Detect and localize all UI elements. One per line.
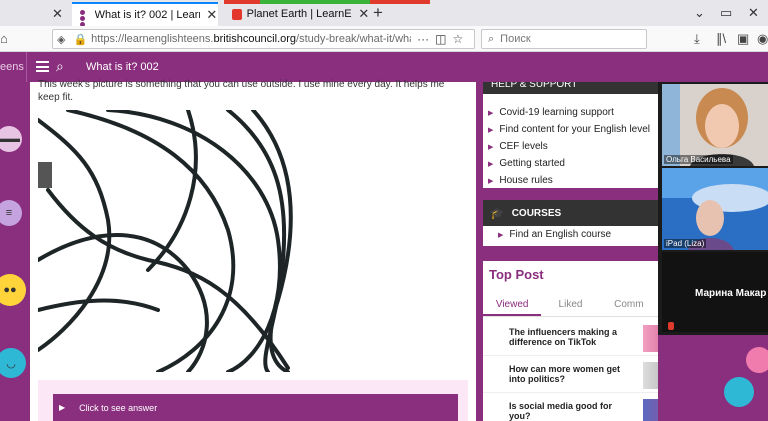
search-placeholder: Поиск bbox=[500, 33, 531, 45]
list-item[interactable]: Is social media good for you? bbox=[483, 393, 691, 421]
main-content: This week's picture is something that yo… bbox=[30, 79, 476, 421]
header-divider bbox=[26, 52, 27, 82]
puzzle-photo bbox=[38, 110, 468, 372]
arrow-right-icon: ▶ bbox=[488, 160, 494, 168]
help-item[interactable]: ▶ Getting started bbox=[483, 155, 650, 172]
search-icon: ⌕ bbox=[488, 32, 495, 45]
search-box[interactable]: ⌕ Поиск bbox=[481, 29, 647, 49]
lock-icon[interactable]: 🔒 bbox=[73, 33, 87, 46]
sidebar-icon[interactable]: ▣ bbox=[737, 31, 749, 47]
list-item[interactable]: How can more women get into politics? bbox=[483, 356, 691, 393]
tab-what-is-it[interactable]: What is it? 002 | LearnEnglish Teens ✕ bbox=[72, 2, 218, 33]
video-call-panel[interactable]: Ольга Васильева iPad (Liza) Марина Макар bbox=[658, 82, 768, 335]
url-bar[interactable]: ◈ 🔒 https://learnenglishteens.britishcou… bbox=[52, 29, 475, 49]
cable-plug bbox=[38, 162, 52, 188]
cool-emoji-icon: ●● bbox=[0, 274, 26, 306]
help-list: ▶ Covid-19 learning support ▶ Find content… bbox=[483, 104, 650, 189]
participant-name: Марина Макар bbox=[695, 288, 767, 299]
more-icon[interactable]: ··· bbox=[417, 32, 429, 46]
sunglasses-emoji-icon: ▬▬ bbox=[0, 126, 22, 152]
close-icon[interactable]: ✕ bbox=[52, 6, 63, 22]
tab-planet-earth[interactable]: Planet Earth | LearnEnglish Kids ✕ bbox=[224, 2, 370, 26]
sidebar: HELP & SUPPORT ▶ Covid-19 learning suppor… bbox=[476, 82, 691, 421]
emoji-rail: ▬▬ ≡ ●● ◡ bbox=[0, 82, 30, 421]
help-support-box: HELP & SUPPORT ▶ Covid-19 learning suppor… bbox=[483, 82, 658, 188]
learnenglish-kids-favicon-icon bbox=[232, 8, 242, 20]
close-tab-icon[interactable]: ✕ bbox=[358, 6, 370, 22]
shield-icon[interactable]: ◈ bbox=[57, 33, 65, 46]
help-item[interactable]: ▶ House rules bbox=[483, 172, 650, 189]
learnenglish-favicon-icon bbox=[80, 9, 90, 33]
courses-header: 🎓 COURSES bbox=[483, 200, 658, 226]
browser-nav-bar: ⌂ ◈ 🔒 https://learnenglishteens.britishc… bbox=[0, 26, 768, 52]
muted-mic-icon bbox=[668, 322, 674, 330]
courses-list: ▶ Find an English course bbox=[483, 226, 658, 243]
picture-description: This week's picture is something that yo… bbox=[38, 79, 445, 103]
coiled-cable-image bbox=[38, 110, 293, 372]
see-answer-button[interactable]: ▶ Click to see answer bbox=[53, 394, 458, 421]
restore-icon[interactable]: ▭ bbox=[720, 5, 732, 21]
close-tab-icon[interactable]: ✕ bbox=[206, 7, 218, 23]
page-title: What is it? 002 bbox=[86, 61, 159, 73]
new-tab-plus-icon[interactable]: + bbox=[373, 3, 383, 23]
pocket-icon[interactable]: ◫ bbox=[435, 32, 446, 46]
participant-name: iPad (Liza) bbox=[664, 239, 707, 248]
grimace-emoji-icon: ≡ bbox=[0, 200, 22, 226]
library-icon[interactable]: ∥\ bbox=[716, 31, 726, 47]
minimize-icon[interactable]: ⌄ bbox=[694, 5, 705, 21]
expand-arrow-icon: ▶ bbox=[59, 403, 66, 412]
participant-video bbox=[662, 168, 768, 250]
arrow-right-icon: ▶ bbox=[488, 109, 494, 117]
close-window-icon[interactable]: ✕ bbox=[748, 5, 759, 21]
url-text: https://learnenglishteens.britishcouncil… bbox=[91, 33, 411, 45]
top-post-box: Top Post Viewed Liked Comm The influence… bbox=[483, 258, 691, 421]
home-icon[interactable]: ⌂ bbox=[0, 31, 8, 46]
tab-title: Planet Earth | LearnEnglish Kids bbox=[246, 8, 352, 20]
tab-viewed[interactable]: Viewed bbox=[483, 295, 542, 316]
tab-commented[interactable]: Comm bbox=[600, 295, 658, 316]
arrow-right-icon: ▶ bbox=[488, 143, 494, 151]
arrow-right-icon: ▶ bbox=[488, 177, 494, 185]
list-item[interactable]: The influencers making a difference on T… bbox=[483, 319, 691, 356]
help-item[interactable]: ▶ Find content for your English level bbox=[483, 121, 650, 138]
participant-video bbox=[662, 84, 768, 166]
account-icon[interactable]: ◉ bbox=[757, 31, 768, 47]
help-item[interactable]: ▶ Covid-19 learning support bbox=[483, 104, 650, 121]
answer-panel: ▶ Click to see answer bbox=[38, 380, 468, 421]
video-tile-liza[interactable]: iPad (Liza) bbox=[662, 168, 768, 250]
pink-emoji-icon bbox=[746, 347, 768, 373]
menu-icon[interactable] bbox=[36, 61, 49, 72]
participant-name: Ольга Васильева bbox=[664, 155, 733, 164]
top-post-list: The influencers making a difference on T… bbox=[483, 319, 691, 421]
browser-tab-strip: ✕ What is it? 002 | LearnEnglish Teens ✕… bbox=[0, 0, 768, 33]
top-post-header: Top Post bbox=[489, 267, 544, 282]
answer-label: Click to see answer bbox=[79, 402, 158, 413]
bookmark-star-icon[interactable]: ☆ bbox=[453, 32, 464, 46]
video-tile-marina[interactable]: Марина Макар bbox=[662, 252, 768, 332]
help-support-header: HELP & SUPPORT bbox=[483, 82, 658, 94]
tab-title: What is it? 002 | LearnEnglish Teens bbox=[94, 9, 200, 21]
smiling-emoji-icon: ◡ bbox=[0, 348, 26, 378]
courses-box: 🎓 COURSES ▶ Find an English course bbox=[483, 200, 658, 246]
blue-emoji-icon bbox=[724, 377, 754, 407]
tab-liked[interactable]: Liked bbox=[541, 295, 599, 316]
arrow-right-icon: ▶ bbox=[488, 126, 494, 134]
help-item[interactable]: ▶ CEF levels bbox=[483, 138, 650, 155]
course-item[interactable]: ▶ Find an English course bbox=[493, 226, 658, 243]
site-search-icon[interactable]: ⌕ bbox=[56, 58, 64, 75]
arrow-right-icon: ▶ bbox=[498, 231, 504, 239]
graduation-cap-icon: 🎓 bbox=[490, 207, 504, 220]
video-tile-olga[interactable]: Ольга Васильева bbox=[662, 84, 768, 166]
site-brand[interactable]: eens bbox=[0, 61, 24, 73]
download-icon[interactable]: ⤓ bbox=[694, 31, 700, 47]
top-post-tabs: Viewed Liked Comm bbox=[483, 295, 658, 317]
